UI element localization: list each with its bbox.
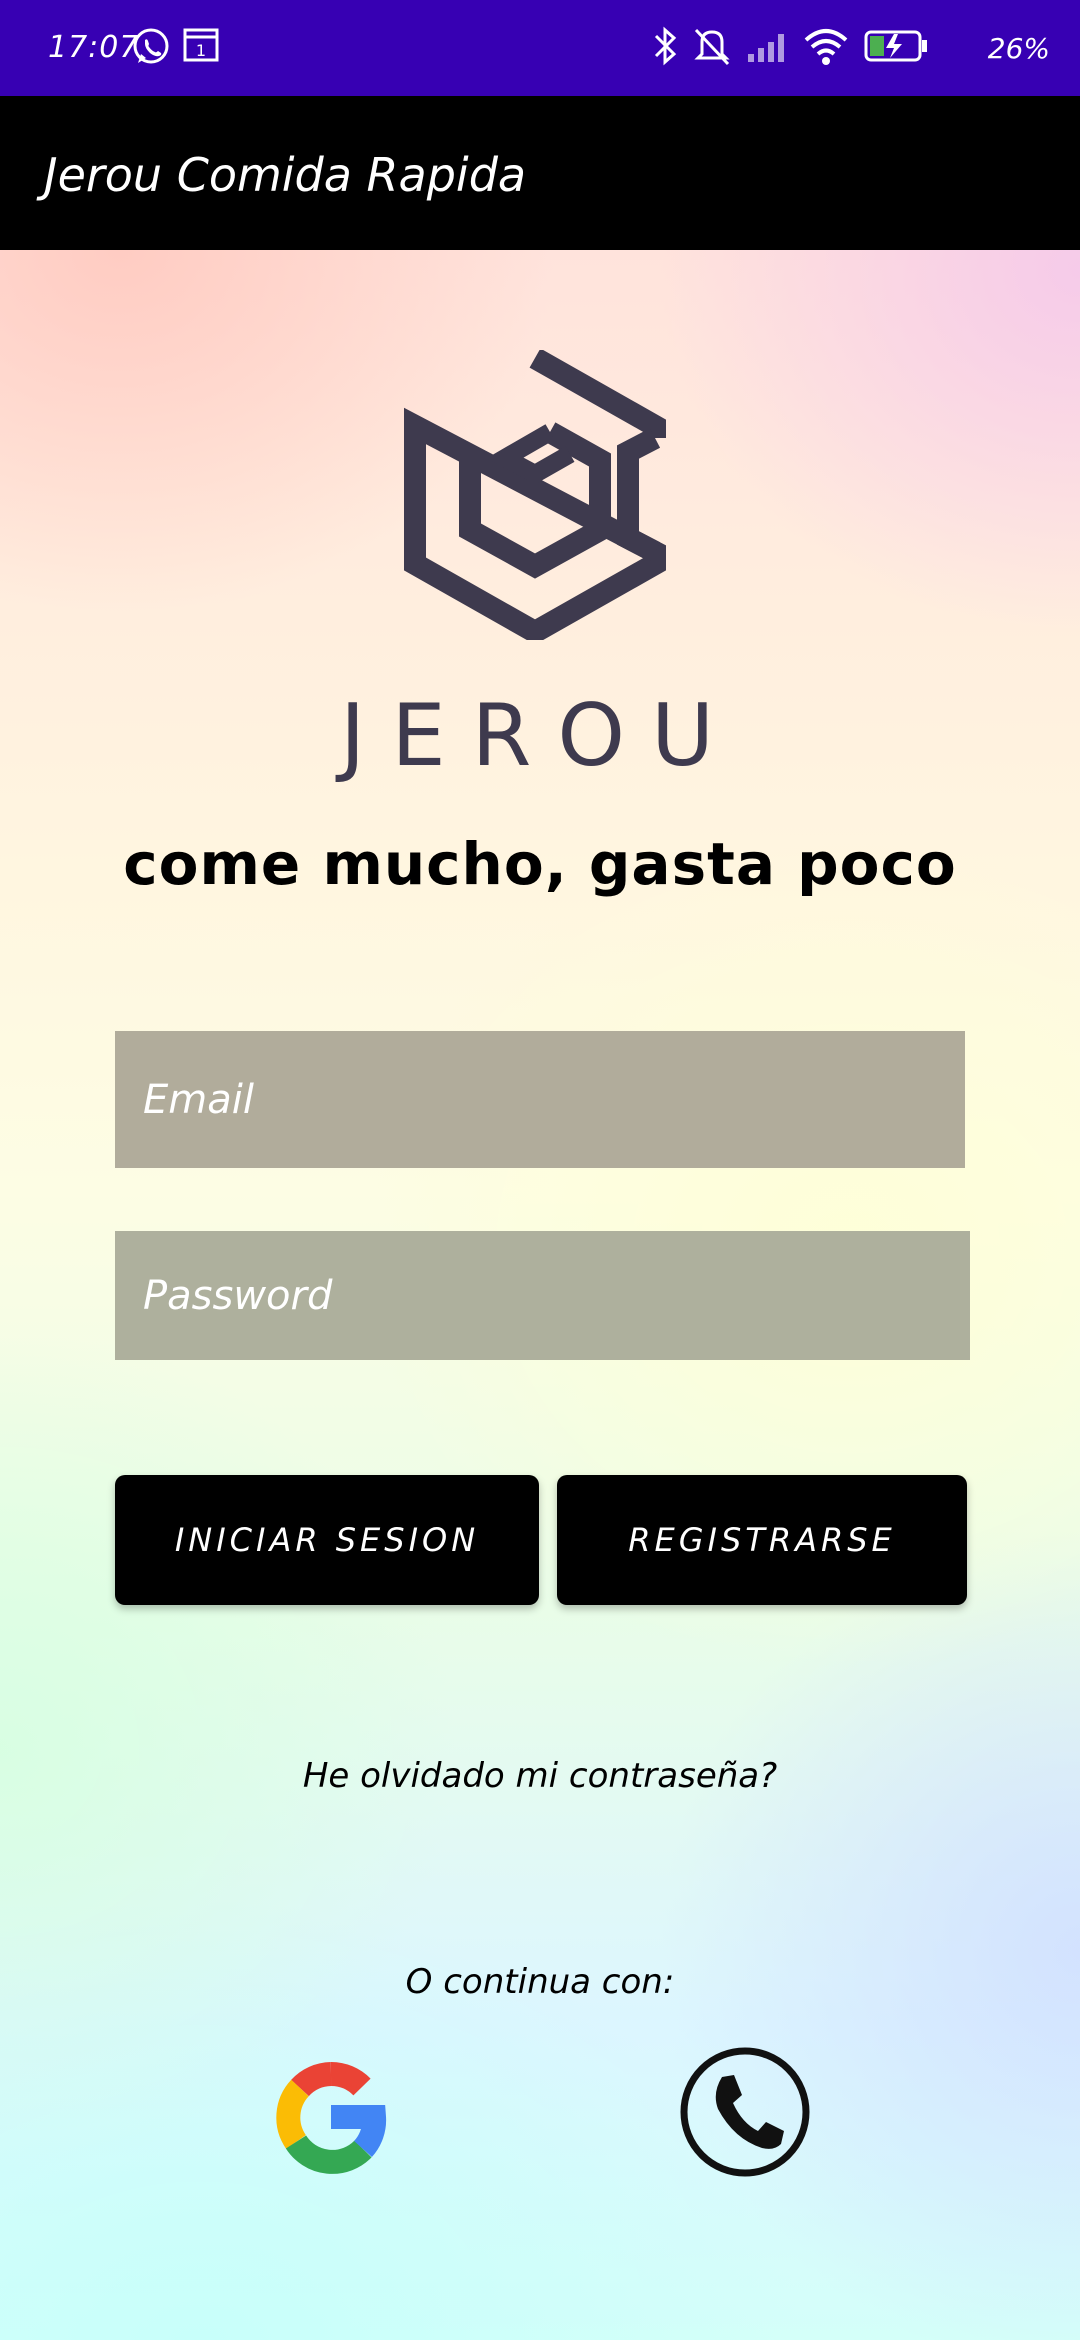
slogan: come mucho, gasta poco	[123, 830, 957, 898]
hexagon-cube-logo	[404, 350, 666, 640]
status-bar: 17:07 1 26%	[0, 0, 1080, 96]
battery-icon	[864, 24, 930, 72]
svg-text:1: 1	[196, 41, 206, 60]
status-time: 17:07	[48, 30, 140, 65]
login-button[interactable]: INICIAR SESION	[115, 1475, 539, 1605]
battery-percent: 26%	[987, 32, 1050, 65]
calendar-icon: 1	[182, 26, 220, 68]
jerou-wordmark: JEROU	[335, 690, 740, 786]
signal-icon	[746, 24, 790, 72]
mute-icon	[692, 24, 732, 72]
phone-icon[interactable]	[678, 2045, 812, 2179]
svg-text:JEROU: JEROU	[335, 690, 740, 786]
login-screen: JEROU come mucho, gasta poco INICIAR SES…	[0, 250, 1080, 2340]
forgot-password-link[interactable]: He olvidado mi contraseña?	[0, 1756, 1080, 1796]
email-field[interactable]	[115, 1031, 965, 1168]
app-title: Jerou Comida Rapida	[44, 148, 527, 202]
google-icon[interactable]	[270, 2056, 392, 2178]
bluetooth-icon	[650, 24, 680, 72]
password-field[interactable]	[115, 1231, 970, 1360]
continue-with-label: O continua con:	[405, 1962, 675, 2002]
register-button[interactable]: REGISTRARSE	[557, 1475, 967, 1605]
app-bar: Jerou Comida Rapida	[0, 96, 1080, 250]
wifi-icon	[802, 24, 850, 72]
status-icons: 26%	[650, 24, 1050, 72]
whatsapp-icon	[130, 26, 172, 72]
